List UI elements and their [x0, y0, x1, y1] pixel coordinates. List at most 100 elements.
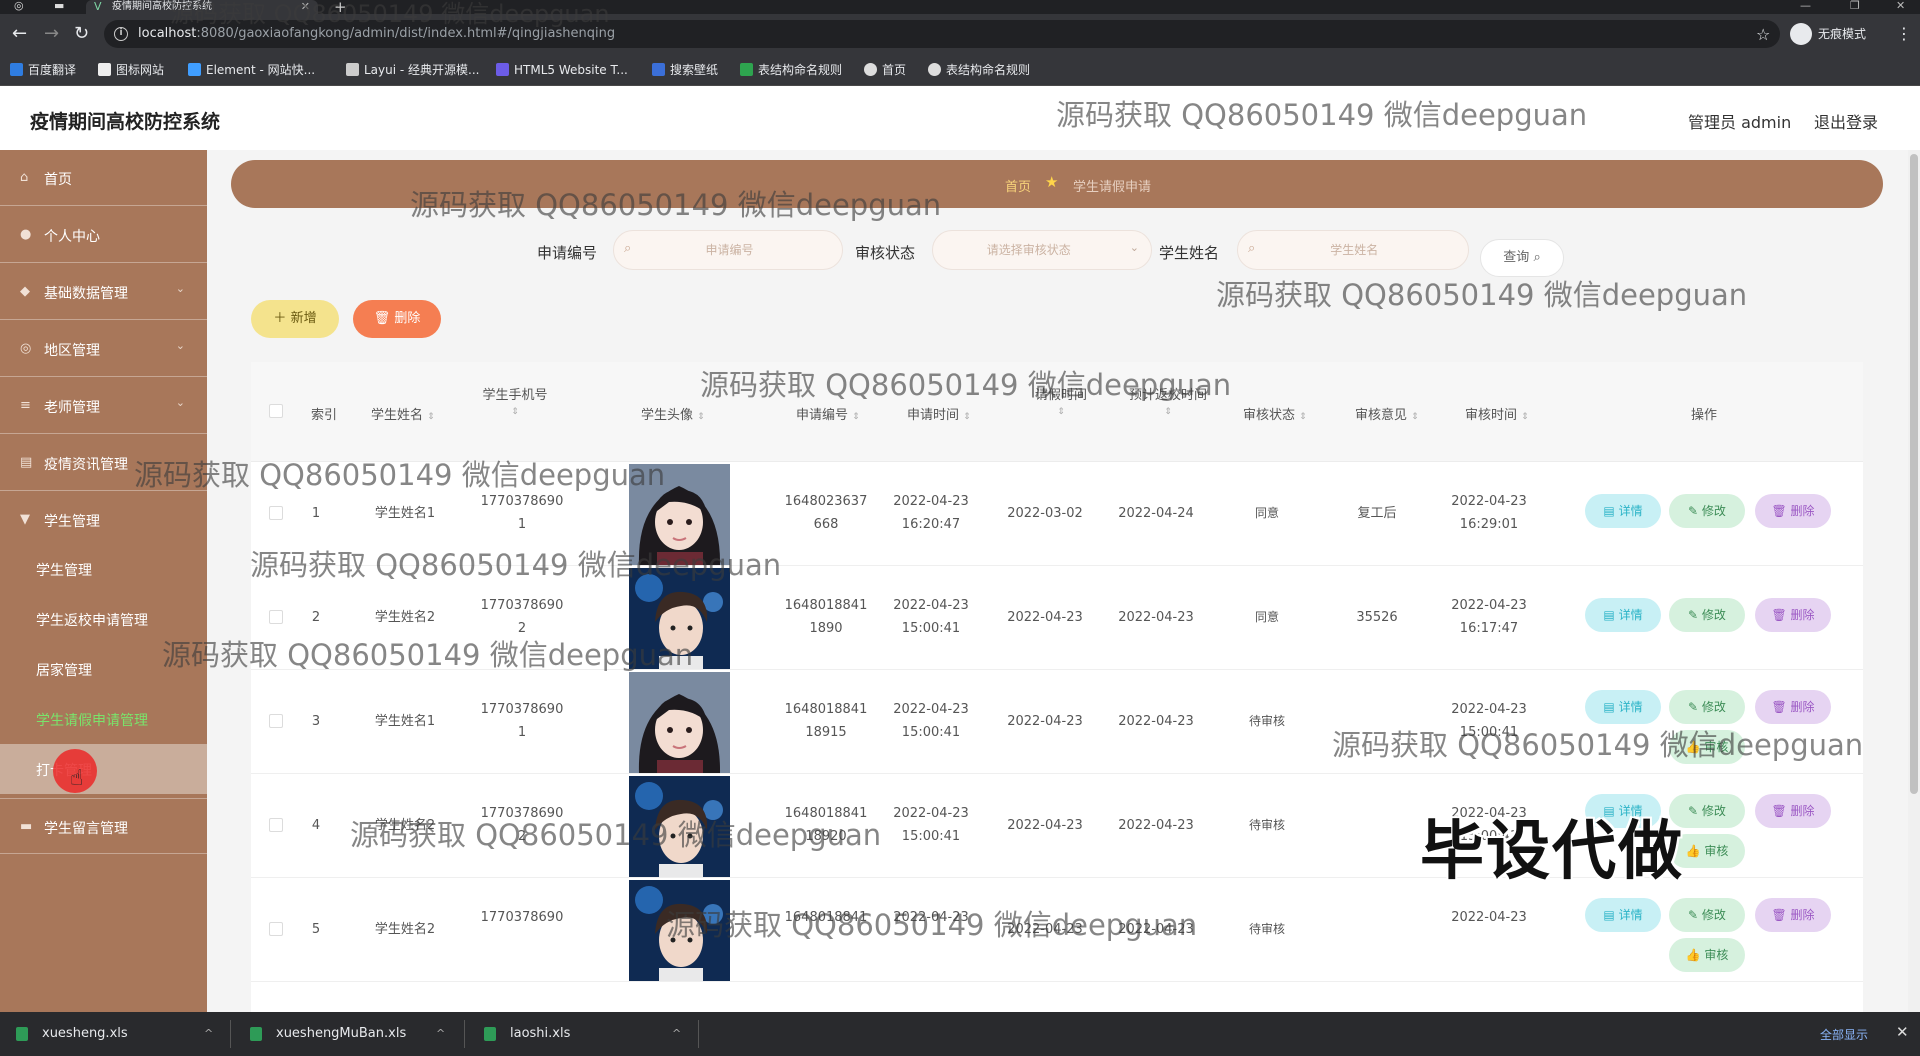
sidebar-subitem-leave-apply[interactable]: 学生请假申请管理 — [0, 694, 207, 744]
sidebar-item-news[interactable]: ▤ 疫情资讯管理 — [0, 435, 207, 491]
student-name-field[interactable] — [1268, 240, 1441, 260]
download-item[interactable]: xuesheng.xls ^ — [16, 1012, 216, 1056]
bookmark-item[interactable]: 首页 — [864, 62, 906, 78]
col-leave-time[interactable]: 请假时间 ⇕ — [1011, 384, 1111, 418]
download-item[interactable]: xueshengMuBan.xls ^ — [250, 1012, 450, 1056]
edit-button[interactable]: ✎ 修改 — [1669, 898, 1745, 932]
star-icon: ★ — [1045, 173, 1059, 191]
row-checkbox[interactable] — [269, 714, 283, 728]
cell-index: 5 — [311, 922, 321, 937]
pencil-icon: ✎ — [1688, 804, 1699, 818]
maximize-icon[interactable]: ❐ — [1850, 0, 1860, 12]
edit-button[interactable]: ✎ 修改 — [1669, 598, 1745, 632]
student-name-input[interactable]: ⌕ — [1237, 230, 1469, 270]
bookmark-item[interactable]: 表结构命名规则 — [740, 62, 842, 78]
col-avatar[interactable]: 学生头像 ⇕ — [641, 404, 705, 423]
app-title: 疫情期间高校防控系统 — [30, 111, 221, 133]
delete-button[interactable]: 🗑 删除 — [1755, 494, 1831, 528]
detail-button[interactable]: ▤ 详情 — [1585, 598, 1661, 632]
col-status[interactable]: 审核状态 ⇕ — [1243, 404, 1307, 423]
back-icon[interactable]: ← — [12, 25, 27, 43]
url-bar[interactable]: i localhost:8080/gaoxiaofangkong/admin/d… — [104, 20, 1780, 48]
breadcrumb-home[interactable]: 首页 — [1005, 176, 1031, 195]
row-checkbox[interactable] — [269, 818, 283, 832]
add-button[interactable]: ＋ 新增 — [251, 300, 339, 338]
sidebar-subitem-home-quarantine[interactable]: 居家管理 — [0, 644, 207, 694]
sidebar-item-home[interactable]: ⌂ 首页 — [0, 150, 207, 206]
detail-button[interactable]: ▤ 详情 — [1585, 898, 1661, 932]
window-icon[interactable]: ▬ — [54, 0, 64, 12]
close-icon[interactable]: ✕ — [1896, 1023, 1909, 1041]
close-icon[interactable]: ✕ — [301, 0, 310, 13]
col-return-time[interactable]: 预计返校时间 ⇕ — [1113, 384, 1223, 418]
forward-icon[interactable]: → — [44, 25, 59, 43]
teacher-icon: ≡ — [20, 398, 31, 413]
cell-status: 待审核 — [1248, 818, 1285, 832]
info-icon[interactable]: i — [114, 27, 128, 41]
bookmark-item[interactable]: 百度翻译 — [10, 62, 76, 78]
delete-button[interactable]: 🗑 删除 — [1755, 898, 1831, 932]
row-checkbox[interactable] — [269, 610, 283, 624]
sidebar-item-student[interactable]: ▼ 学生管理 — [0, 492, 207, 548]
chevron-up-icon[interactable]: ^ — [672, 1012, 681, 1056]
bookmark-item[interactable]: 图标网站 — [98, 62, 164, 78]
bulk-delete-button[interactable]: 🗑 删除 — [353, 300, 441, 338]
col-audit-time[interactable]: 审核时间 ⇕ — [1465, 404, 1529, 423]
sidebar-item-teacher[interactable]: ≡ 老师管理 ⌄ — [0, 378, 207, 434]
download-item[interactable]: laoshi.xls ^ — [484, 1012, 684, 1056]
logout-link[interactable]: 退出登录 — [1814, 109, 1878, 133]
scroll-thumb[interactable] — [1910, 154, 1918, 794]
sidebar-subitem-student[interactable]: 学生管理 — [0, 544, 207, 594]
status-select[interactable]: ⌄ — [932, 230, 1152, 270]
edit-button[interactable]: ✎ 修改 — [1669, 494, 1745, 528]
delete-button[interactable]: 🗑 删除 — [1755, 690, 1831, 724]
delete-button[interactable]: 🗑 删除 — [1755, 598, 1831, 632]
browser-tab[interactable]: V 疫情期间高校防控系统 ✕ — [86, 0, 318, 14]
chevron-up-icon[interactable]: ^ — [436, 1012, 445, 1056]
menu-dots-icon[interactable]: ⋮ — [1896, 24, 1912, 43]
window-close-icon[interactable]: ✕ — [1896, 0, 1905, 12]
audit-button[interactable]: 👍 审核 — [1669, 938, 1745, 972]
bookmark-item[interactable]: 表结构命名规则 — [928, 62, 1030, 78]
detail-button[interactable]: ▤ 详情 — [1585, 494, 1661, 528]
trash-icon: 🗑 — [1771, 804, 1787, 818]
incognito-badge[interactable]: 无痕模式 — [1790, 22, 1866, 46]
chevron-up-icon[interactable]: ^ — [204, 1012, 213, 1056]
minimize-icon[interactable]: — — [1800, 0, 1811, 12]
cell-student-name: 学生姓名1 — [374, 506, 436, 521]
delete-button[interactable]: 🗑 删除 — [1755, 794, 1831, 828]
sidebar-item-messages[interactable]: ▬ 学生留言管理 — [0, 798, 207, 854]
col-phone[interactable]: 学生手机号 ⇕ — [465, 384, 565, 418]
sidebar-item-profile[interactable]: ● 个人中心 — [0, 207, 207, 263]
apply-no-input[interactable]: ⌕ — [613, 230, 843, 270]
query-button[interactable]: 查询 ⌕ — [1480, 239, 1564, 277]
url-text[interactable]: localhost:8080/gaoxiaofangkong/admin/dis… — [138, 26, 615, 41]
sidebar-subitem-checkin[interactable]: 打卡管理 — [0, 744, 207, 794]
bookmark-star-icon[interactable]: ☆ — [1756, 25, 1770, 44]
bookmark-item[interactable]: HTML5 Website T... — [496, 62, 628, 78]
reload-icon[interactable]: ↻ — [74, 25, 89, 43]
apply-no-field[interactable] — [644, 240, 815, 260]
bookmark-item[interactable]: 搜索壁纸 — [652, 62, 718, 78]
sidebar-item-region[interactable]: ◎ 地区管理 ⌄ — [0, 321, 207, 377]
detail-button[interactable]: ▤ 详情 — [1585, 690, 1661, 724]
sidebar-item-basic-data[interactable]: ◆ 基础数据管理 ⌄ — [0, 264, 207, 320]
col-opinion[interactable]: 审核意见 ⇕ — [1355, 404, 1419, 423]
scrollbar[interactable] — [1908, 150, 1920, 1012]
status-select-field[interactable] — [947, 240, 1111, 260]
audit-button[interactable]: 👍 审核 — [1669, 730, 1745, 764]
sidebar-subitem-return-apply[interactable]: 学生返校申请管理 — [0, 594, 207, 644]
cell-apply-no: 1648018841 — [784, 910, 868, 925]
row-checkbox[interactable] — [269, 922, 283, 936]
sort-icon: ⇕ — [852, 412, 860, 422]
edit-button[interactable]: ✎ 修改 — [1669, 690, 1745, 724]
select-all-checkbox[interactable] — [269, 404, 283, 418]
col-apply-time[interactable]: 申请时间 ⇕ — [907, 404, 971, 423]
col-name[interactable]: 学生姓名 ⇕ — [371, 404, 435, 423]
bookmark-item[interactable]: Element - 网站快... — [188, 62, 315, 78]
col-apply-no[interactable]: 申请编号 ⇕ — [796, 404, 860, 423]
row-checkbox[interactable] — [269, 506, 283, 520]
vue-icon: V — [94, 0, 102, 13]
show-all-downloads-link[interactable]: 全部显示 — [1820, 1026, 1868, 1043]
bookmark-item[interactable]: Layui - 经典开源模... — [346, 62, 479, 78]
